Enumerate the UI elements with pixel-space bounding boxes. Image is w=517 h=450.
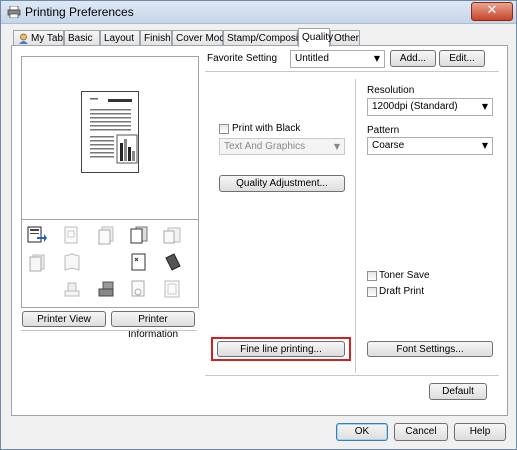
button-label: Add... (399, 53, 427, 64)
edit-button[interactable]: Edit... (439, 50, 485, 67)
printing-preferences-window: Printing Preferences ✕ My Tab Basic Layo… (0, 0, 517, 450)
draft-print-label: Draft Print (379, 286, 425, 297)
tab-label: Basic (68, 33, 93, 44)
overlay-icon (131, 280, 145, 297)
tab-other[interactable]: Other (330, 30, 360, 45)
stacked-pages-icon (29, 254, 45, 272)
print-with-black-checkbox[interactable] (219, 124, 229, 134)
divider (205, 375, 499, 376)
tab-finish[interactable]: Finish (140, 30, 172, 45)
printer-status-icon (27, 226, 47, 243)
button-label: Default (442, 386, 474, 397)
composition-icon (98, 281, 114, 297)
document-stack-icon (98, 226, 114, 245)
button-label: Help (469, 426, 491, 437)
add-button[interactable]: Add... (390, 50, 436, 67)
stamp-icon (64, 282, 80, 297)
tab-label: Other (334, 33, 360, 44)
printer-view-button[interactable]: Printer View (22, 311, 106, 327)
toner-save-label: Toner Save (379, 270, 430, 281)
chevron-down-icon: ▼ (373, 54, 380, 63)
title-bar: Printing Preferences ✕ (1, 1, 516, 24)
chevron-down-icon: ▼ (333, 142, 340, 151)
tab-cover-mode[interactable]: Cover Mode (172, 30, 230, 45)
print-with-black-label: Print with Black (232, 123, 301, 134)
staple-icon (131, 253, 146, 271)
tab-quality[interactable]: Quality (298, 28, 334, 47)
close-button[interactable]: ✕ (471, 2, 513, 21)
fold-icon (64, 253, 80, 271)
divider (21, 330, 197, 331)
resolution-label: Resolution (367, 85, 415, 96)
frame-icon (164, 280, 180, 298)
cancel-button[interactable]: Cancel (394, 423, 448, 441)
tab-label: My Tab (31, 33, 64, 44)
resolution-value: 1200dpi (Standard) (372, 101, 458, 112)
tab-label: Layout (104, 33, 135, 44)
button-label: Font Settings... (396, 344, 464, 355)
tab-stamp-composition[interactable]: Stamp/Composition (223, 30, 314, 45)
user-icon (19, 33, 28, 44)
help-button[interactable]: Help (454, 423, 506, 441)
button-label: Fine line printing... (240, 344, 322, 355)
booklet-icon (64, 226, 78, 244)
page-preview (21, 56, 199, 219)
button-label: Printer View (37, 314, 91, 325)
favorite-setting-value: Untitled (295, 53, 329, 64)
fine-line-printing-button[interactable]: Fine line printing... (217, 341, 345, 357)
tab-basic[interactable]: Basic (64, 30, 100, 45)
copy-pages-icon (130, 226, 148, 244)
pattern-combo[interactable]: Coarse ▼ (367, 137, 493, 155)
print-with-black-value: Text And Graphics (224, 141, 306, 152)
divider (205, 71, 499, 72)
printer-icon (7, 6, 21, 18)
default-button[interactable]: Default (429, 383, 487, 400)
quality-adjustment-button[interactable]: Quality Adjustment... (219, 175, 345, 192)
window-title: Printing Preferences (25, 5, 134, 19)
tab-label: Quality (302, 32, 334, 43)
button-label: OK (354, 426, 370, 437)
printer-information-button[interactable]: Printer Information (111, 311, 195, 340)
toner-save-checkbox[interactable] (367, 271, 377, 281)
resolution-combo[interactable]: 1200dpi (Standard) ▼ (367, 98, 493, 116)
favorite-setting-label: Favorite Setting (207, 53, 278, 64)
column-divider (355, 79, 356, 373)
chevron-down-icon: ▼ (481, 102, 488, 111)
status-icon-grid (21, 219, 199, 308)
favorite-setting-combo[interactable]: Untitled ▼ (290, 50, 385, 68)
button-label: Edit... (449, 53, 475, 64)
button-label: Cancel (405, 426, 437, 437)
tab-layout[interactable]: Layout (100, 30, 140, 45)
font-settings-button[interactable]: Font Settings... (367, 341, 493, 357)
punch-icon (165, 253, 181, 271)
document-preview-icon (81, 91, 139, 173)
button-label: Printer Information (127, 314, 179, 340)
ok-button[interactable]: OK (336, 423, 388, 441)
pattern-value: Coarse (372, 140, 405, 151)
tab-label: Finish (144, 33, 171, 44)
draft-print-checkbox[interactable] (367, 287, 377, 297)
print-with-black-combo[interactable]: Text And Graphics ▼ (219, 138, 345, 155)
tab-my-tab[interactable]: My Tab (13, 30, 64, 45)
button-label: Quality Adjustment... (236, 178, 328, 189)
chevron-down-icon: ▼ (481, 141, 488, 150)
pattern-label: Pattern (367, 125, 400, 136)
rotate-pages-icon (163, 227, 181, 244)
